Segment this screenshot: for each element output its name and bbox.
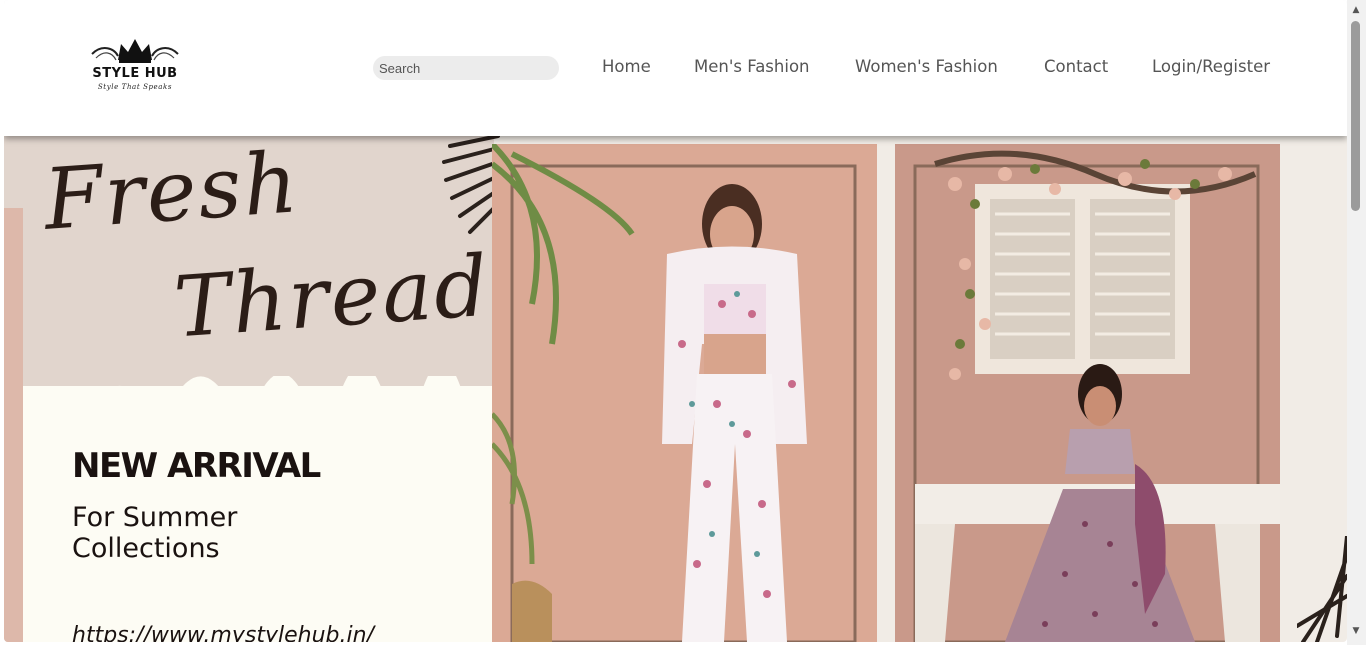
nav-login-register[interactable]: Login/Register xyxy=(1152,57,1270,76)
decorative-strip xyxy=(4,208,23,642)
scroll-up-arrow-icon[interactable]: ▲ xyxy=(1350,5,1362,15)
nav-contact[interactable]: Contact xyxy=(1044,57,1108,76)
scrollbar-thumb[interactable] xyxy=(1351,21,1360,211)
site-logo[interactable]: STYLE HUB Style That Speaks xyxy=(88,36,182,96)
browser-viewport: STYLE HUB Style That Speaks Home Men's F… xyxy=(4,0,1347,642)
product-photo-lehenga xyxy=(895,144,1280,642)
banner-url: https://www.mystylehub.in/ xyxy=(72,623,374,642)
product-photo-coord-set xyxy=(492,144,877,642)
nav-home[interactable]: Home xyxy=(602,57,651,76)
palm-leaf-decoration-right xyxy=(1297,536,1347,642)
site-header: STYLE HUB Style That Speaks Home Men's F… xyxy=(4,0,1347,136)
logo-brand-text: STYLE HUB xyxy=(92,66,178,81)
nav-mens-fashion[interactable]: Men's Fashion xyxy=(694,57,810,76)
headline: NEW ARRIVAL xyxy=(72,446,321,486)
brush-stroke-edge xyxy=(23,376,494,416)
crown-icon xyxy=(91,39,179,63)
subheadline: For Summer Collections xyxy=(72,502,238,564)
scroll-down-arrow-icon[interactable]: ▼ xyxy=(1350,626,1362,636)
search-input[interactable] xyxy=(373,56,559,80)
script-title-fresh: Fresh xyxy=(40,136,303,249)
logo-tagline: Style That Speaks xyxy=(97,83,173,91)
hero-banner[interactable]: Fresh Threads NEW ARRIVAL For Summer Col… xyxy=(4,136,1347,642)
palm-leaf-decoration xyxy=(442,136,500,234)
nav-womens-fashion[interactable]: Women's Fashion xyxy=(855,57,998,76)
